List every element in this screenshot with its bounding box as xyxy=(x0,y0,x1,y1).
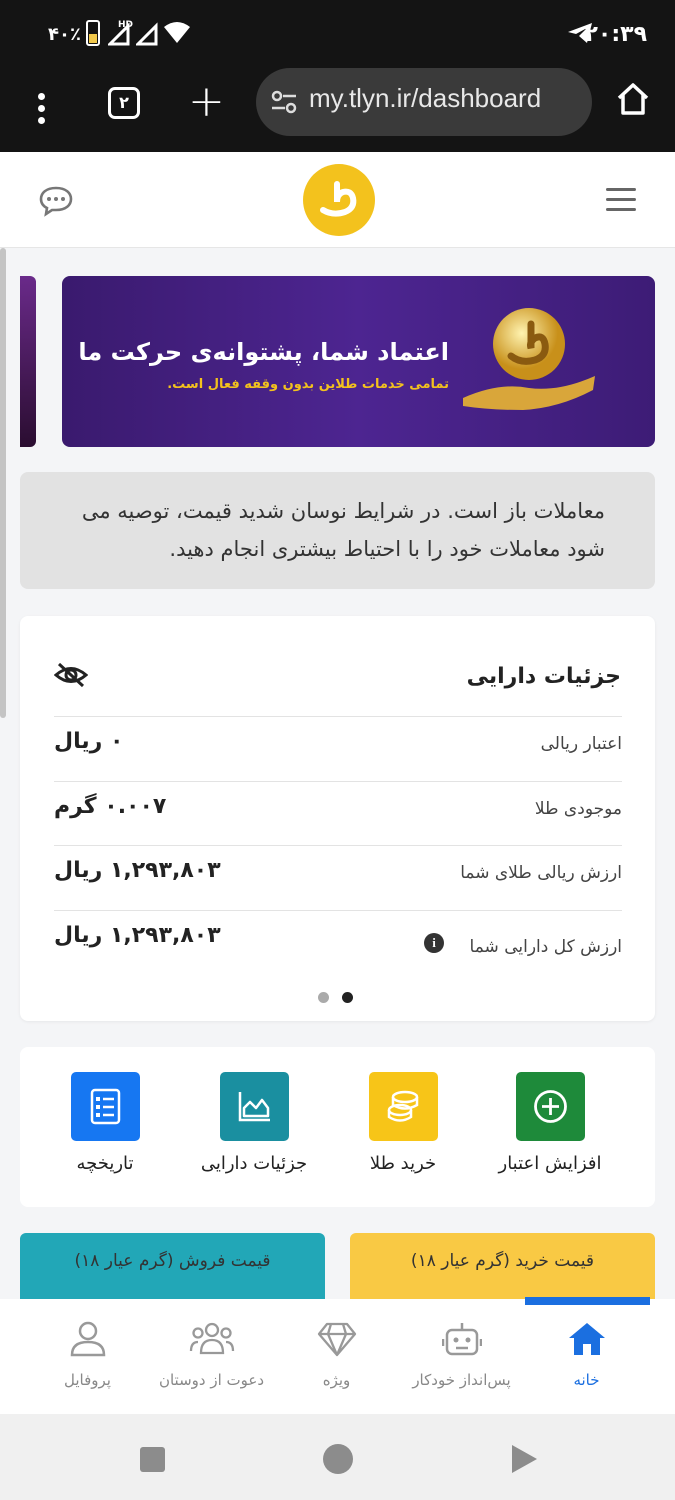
url-text: my.tlyn.ir/dashboard xyxy=(309,83,542,113)
home-icon xyxy=(568,1323,605,1355)
status-bar: ۲۰:۳۹ ۴۰٪ HD xyxy=(0,0,675,68)
users-icon xyxy=(189,1322,234,1355)
nav-label: ویژه xyxy=(322,1371,351,1389)
asset-row: ارزش ریالی طلای شما ۱,۲۹۳,۸۰۳ ریال xyxy=(54,845,622,910)
asset-row: اعتبار ریالی ۰ ریال xyxy=(54,716,622,781)
banner-title: اعتماد شما، پشتوانه‌ی حرکت ما xyxy=(78,338,449,366)
promo-banner[interactable]: اعتماد شما، پشتوانه‌ی حرکت ما تمامی خدما… xyxy=(62,276,655,447)
more-menu-icon[interactable] xyxy=(28,90,54,130)
buy-price-label: قیمت خرید (گرم عیار ۱۸) xyxy=(410,1251,595,1271)
asset-label: ارزش ریالی طلای شما xyxy=(460,863,622,883)
chat-icon[interactable] xyxy=(38,185,74,221)
home-button[interactable] xyxy=(323,1444,353,1474)
browser-toolbar: ۲ + my.tlyn.ir/dashboard xyxy=(0,68,675,152)
battery-percent: ۴۰٪ xyxy=(48,24,81,45)
nav-label: پس‌انداز خودکار xyxy=(412,1371,511,1389)
sell-price-card[interactable]: قیمت فروش (گرم عیار ۱۸) xyxy=(20,1233,325,1299)
nav-auto-savings[interactable]: پس‌انداز خودکار xyxy=(394,1321,529,1389)
hand-coin-icon xyxy=(459,298,599,422)
system-navigation-bar xyxy=(0,1414,675,1500)
chart-icon xyxy=(219,1072,289,1141)
asset-row: ارزش کل دارایی شما i ۱,۲۹۳,۸۰۳ ریال xyxy=(54,910,622,975)
asset-label: موجودی طلا xyxy=(534,799,622,819)
asset-row: موجودی طلا ۰.۰۰۷ گرم xyxy=(54,781,622,846)
action-label: جزئیات دارایی xyxy=(200,1153,308,1174)
quick-actions: افزایش اعتبار خرید طلا جزئیات دارایی تار… xyxy=(20,1047,655,1207)
market-notice: معاملات باز است. در شرایط نوسان شدید قیم… xyxy=(20,472,655,589)
coins-icon xyxy=(368,1072,438,1141)
asset-label: ارزش کل دارایی شما xyxy=(469,937,622,957)
wifi-icon xyxy=(163,20,191,48)
nav-home[interactable]: خانه xyxy=(519,1321,654,1389)
signal-icon xyxy=(106,22,130,51)
address-bar[interactable]: my.tlyn.ir/dashboard xyxy=(256,68,592,136)
sell-price-label: قیمت فروش (گرم عیار ۱۸) xyxy=(74,1251,271,1271)
buy-gold-button[interactable]: خرید طلا xyxy=(328,1072,478,1174)
asset-value: ۱,۲۹۳,۸۰۳ ریال xyxy=(54,858,221,883)
asset-details-card[interactable]: جزئیات دارایی اعتبار ریالی ۰ ریال موجودی… xyxy=(20,616,655,1021)
nav-label: خانه xyxy=(573,1371,600,1389)
app-logo[interactable] xyxy=(303,164,375,236)
action-label: تاریخچه xyxy=(76,1153,134,1174)
asset-details-button[interactable]: جزئیات دارایی xyxy=(179,1072,329,1174)
telegram-icon xyxy=(567,22,593,48)
active-tab-indicator xyxy=(525,1297,650,1305)
plus-circle-icon xyxy=(515,1072,585,1141)
nav-label: دعوت از دوستان xyxy=(158,1371,265,1389)
banner-subtitle: تمامی خدمات طلاین بدون وقفه فعال است. xyxy=(167,377,449,392)
new-tab-button[interactable]: + xyxy=(188,80,225,124)
site-settings-icon[interactable] xyxy=(270,88,298,120)
carousel-dots xyxy=(318,988,366,1007)
list-icon xyxy=(70,1072,140,1141)
buy-price-card[interactable]: قیمت خرید (گرم عیار ۱۸) xyxy=(350,1233,655,1299)
asset-value: ۰ ریال xyxy=(54,729,124,754)
battery-icon xyxy=(86,20,100,46)
asset-value: ۰.۰۰۷ گرم xyxy=(54,794,167,819)
nav-label: پروفایل xyxy=(64,1371,111,1389)
card-title: جزئیات دارایی xyxy=(466,664,621,689)
signal-icon xyxy=(134,22,158,51)
nav-profile[interactable]: پروفایل xyxy=(20,1321,155,1389)
eye-off-icon[interactable] xyxy=(53,662,89,692)
diamond-icon xyxy=(317,1322,356,1357)
tab-switcher-button[interactable]: ۲ xyxy=(108,87,140,119)
home-icon[interactable] xyxy=(614,80,652,122)
notice-text: معاملات باز است. در شرایط نوسان شدید قیم… xyxy=(81,499,605,561)
nav-special[interactable]: ویژه xyxy=(269,1321,404,1389)
history-button[interactable]: تاریخچه xyxy=(30,1072,180,1174)
clock: ۲۰:۳۹ xyxy=(584,22,647,47)
user-icon xyxy=(70,1321,105,1357)
nav-invite-friends[interactable]: دعوت از دوستان xyxy=(144,1321,279,1389)
scrollbar[interactable] xyxy=(0,248,6,718)
banner-slide-previous[interactable] xyxy=(20,276,36,447)
info-icon[interactable]: i xyxy=(424,933,444,953)
carousel-dot-active[interactable] xyxy=(342,992,353,1003)
carousel-dot[interactable] xyxy=(318,992,329,1003)
action-label: افزایش اعتبار xyxy=(498,1153,602,1174)
back-button[interactable] xyxy=(512,1445,537,1473)
hamburger-menu-icon[interactable] xyxy=(606,188,636,218)
robot-icon xyxy=(441,1323,482,1356)
increase-credit-button[interactable]: افزایش اعتبار xyxy=(475,1072,625,1174)
app-header xyxy=(0,152,675,248)
asset-value: ۱,۲۹۳,۸۰۳ ریال xyxy=(54,923,221,948)
bottom-navigation: خانه پس‌انداز خودکار ویژه دعوت از دوستان… xyxy=(0,1299,675,1414)
asset-label: اعتبار ریالی xyxy=(540,734,622,754)
recents-button[interactable] xyxy=(140,1447,165,1472)
action-label: خرید طلا xyxy=(369,1153,437,1174)
